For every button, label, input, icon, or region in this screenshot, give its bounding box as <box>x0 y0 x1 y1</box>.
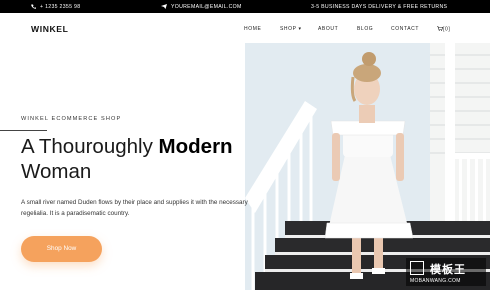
nav-shop-dropdown[interactable]: SHOP ▾ <box>280 26 302 32</box>
headline-bold: Modern <box>158 135 233 158</box>
divider-line <box>0 130 47 131</box>
hero-description: A small river named Duden flows by their… <box>21 199 248 217</box>
watermark-cn: 模板王 <box>430 264 466 276</box>
watermark-en: MOBANWANG.COM <box>410 278 461 284</box>
paper-plane-icon <box>161 3 167 11</box>
cart-count: [0] <box>443 26 451 33</box>
hero-image <box>245 43 490 290</box>
phone-info: + 1235 2355 98 <box>31 4 80 11</box>
email-address[interactable]: YOUREMAIL@EMAIL.COM <box>171 4 242 10</box>
main-nav: HOME SHOP ▾ ABOUT BLOG CONTACT [0] <box>0 26 490 34</box>
phone-number: + 1235 2355 98 <box>40 4 81 10</box>
hero-eyebrow: WINKEL ECOMMERCE SHOP <box>21 116 122 122</box>
hero-headline: A Thouroughly Modern Woman <box>21 134 261 184</box>
delivery-promo-text: 3-5 BUSINESS DAYS DELIVERY & FREE RETURN… <box>311 3 448 10</box>
shop-now-button[interactable]: Shop Now <box>21 236 102 262</box>
nav-cart[interactable]: [0] <box>437 26 450 33</box>
watermark: 模板王 MOBANWANG.COM <box>406 258 486 286</box>
watermark-logo-icon <box>410 261 424 275</box>
nav-blog[interactable]: BLOG <box>357 26 373 32</box>
delivery-promo: 3-5 BUSINESS DAYS DELIVERY & FREE RETURN… <box>311 4 447 10</box>
headline-regular: A Thouroughly <box>21 135 153 158</box>
headline-line2: Woman <box>21 160 92 183</box>
phone-icon <box>31 4 36 11</box>
email-info: YOUREMAIL@EMAIL.COM <box>161 3 242 11</box>
top-info-bar: + 1235 2355 98 YOUREMAIL@EMAIL.COM 3-5 B… <box>0 0 490 13</box>
nav-contact[interactable]: CONTACT <box>391 26 419 32</box>
nav-about[interactable]: ABOUT <box>318 26 338 32</box>
nav-home[interactable]: HOME <box>244 26 261 32</box>
